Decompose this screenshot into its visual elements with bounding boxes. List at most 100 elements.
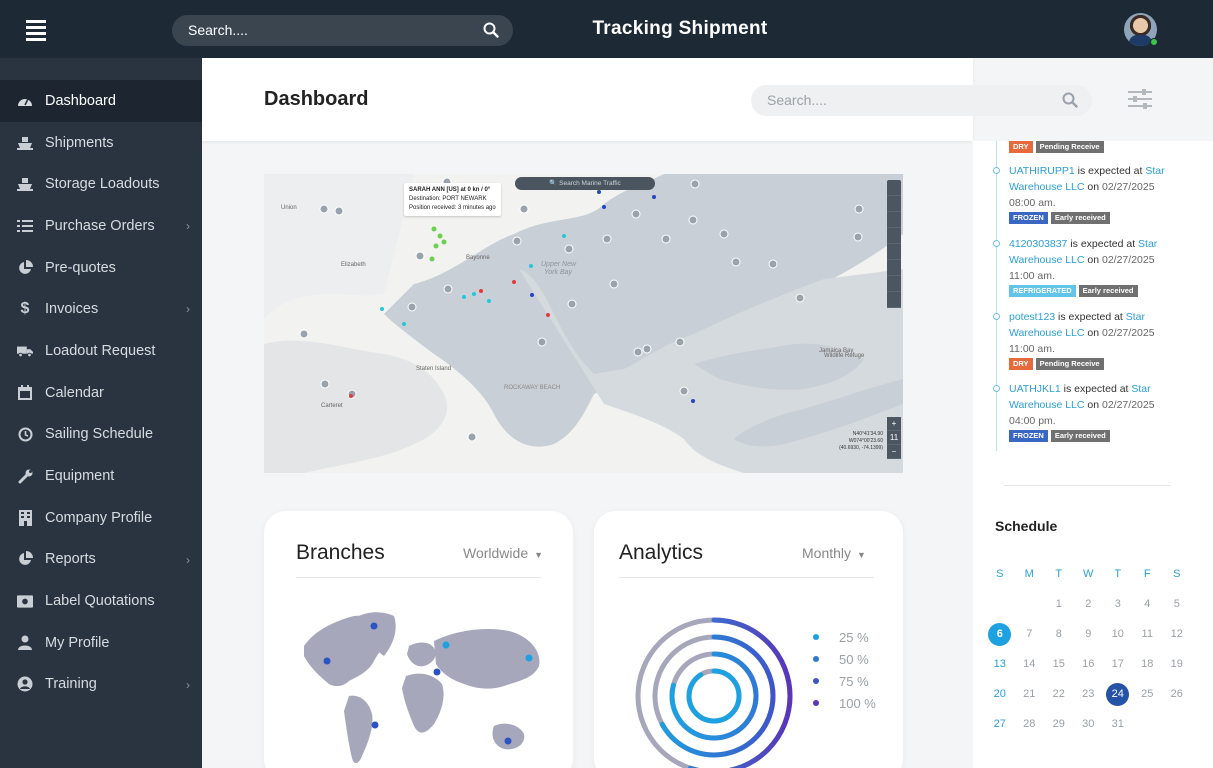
filter-settings-icon[interactable] xyxy=(1127,87,1153,111)
calendar-day[interactable]: 28 xyxy=(1015,718,1045,730)
sidebar-item-dashboard[interactable]: Dashboard xyxy=(0,80,202,122)
coord-lat: N40°41'34.90 xyxy=(852,431,883,437)
calendar-day[interactable]: 26 xyxy=(1162,688,1192,700)
zoom-out-button[interactable]: − xyxy=(887,445,901,459)
calendar-day[interactable]: 10 xyxy=(1103,628,1133,640)
calendar-day[interactable]: 15 xyxy=(1044,658,1074,670)
calendar-day[interactable]: 19 xyxy=(1162,658,1192,670)
map-tool-button[interactable] xyxy=(887,196,901,212)
calendar-day[interactable]: 23 xyxy=(1074,688,1104,700)
divider xyxy=(296,577,541,578)
top-search-box[interactable] xyxy=(172,15,513,46)
timeline-top-badges: DRY Pending Receive xyxy=(1009,141,1104,153)
sidebar-item-purchase-orders[interactable]: Purchase Orders › xyxy=(0,205,202,247)
map-tool-button[interactable] xyxy=(887,244,901,260)
analytics-filter-select[interactable]: Monthly ▼ xyxy=(802,545,866,561)
calendar-day[interactable]: 25 xyxy=(1133,688,1163,700)
sidebar-item-pre-quotes[interactable]: Pre-quotes xyxy=(0,247,202,289)
legend-item: 100 % xyxy=(813,692,876,714)
calendar-day[interactable]: 12 xyxy=(1162,628,1192,640)
search-icon[interactable] xyxy=(1062,92,1078,113)
calendar-day[interactable]: 16 xyxy=(1074,658,1104,670)
sidebar-item-my-profile[interactable]: My Profile xyxy=(0,622,202,664)
calendar-day[interactable]: 5 xyxy=(1162,598,1192,610)
calendar-day-number: 25 xyxy=(1141,688,1154,700)
world-map-graphic xyxy=(304,612,540,764)
top-bar: Tracking Shipment xyxy=(0,0,1213,58)
weekday-label: W xyxy=(1083,568,1094,580)
sidebar-item-training[interactable]: Training › xyxy=(0,664,202,706)
zoom-in-button[interactable]: + xyxy=(887,417,901,431)
activity-panel: DRY Pending Receive UATHIRUPP1 is expecte… xyxy=(973,141,1213,768)
calendar-day[interactable]: 13 xyxy=(985,658,1015,670)
timeline-text: is expected at xyxy=(1067,238,1139,250)
search-icon[interactable] xyxy=(483,22,499,43)
calendar-day[interactable]: 29 xyxy=(1044,718,1074,730)
hamburger-menu-icon[interactable] xyxy=(26,20,46,41)
calendar-day[interactable]: 3 xyxy=(1103,598,1133,610)
map-tool-button[interactable] xyxy=(887,228,901,244)
sidebar-item-sailing-schedule[interactable]: Sailing Schedule xyxy=(0,414,202,456)
shipment-map[interactable]: Union Elizabeth Bayonne Upper New York B… xyxy=(264,174,903,473)
branches-filter-select[interactable]: Worldwide ▼ xyxy=(463,545,543,561)
user-circle-icon xyxy=(17,676,33,692)
calendar-day[interactable]: 22 xyxy=(1044,688,1074,700)
sidebar-item-calendar[interactable]: Calendar xyxy=(0,372,202,414)
map-canvas[interactable]: Union Elizabeth Bayonne Upper New York B… xyxy=(264,174,903,473)
shipment-id-link[interactable]: 4120303837 xyxy=(1009,238,1067,250)
calendar-day[interactable]: 30 xyxy=(1074,718,1104,730)
shipment-id-link[interactable]: UATHIRUPP1 xyxy=(1009,165,1075,177)
pie-icon xyxy=(17,259,33,276)
timeline-dot xyxy=(993,385,1000,392)
caret-down-icon: ▼ xyxy=(857,550,866,560)
map-tool-button[interactable] xyxy=(887,180,901,196)
calendar-day[interactable]: 14 xyxy=(1015,658,1045,670)
calendar-day[interactable]: 7 xyxy=(1015,628,1045,640)
map-search[interactable]: 🔍 Search Marine Traffic xyxy=(515,177,655,190)
map-tool-button[interactable] xyxy=(887,260,901,276)
legend-dot xyxy=(813,634,819,640)
map-tool-button[interactable] xyxy=(887,292,901,308)
calendar-day-number: 21 xyxy=(1023,688,1036,700)
map-tool-button[interactable] xyxy=(887,212,901,228)
sidebar-item-company-profile[interactable]: Company Profile xyxy=(0,497,202,539)
calendar-day[interactable]: 8 xyxy=(1044,628,1074,640)
sidebar-item-reports[interactable]: Reports › xyxy=(0,539,202,581)
top-search-input[interactable] xyxy=(188,22,478,38)
calendar-day[interactable]: 11 xyxy=(1133,628,1163,640)
calendar-day[interactable]: 18 xyxy=(1133,658,1163,670)
calendar-day[interactable]: 21 xyxy=(1015,688,1045,700)
sidebar-item-label-quotations[interactable]: Label Quotations xyxy=(0,580,202,622)
calendar-day[interactable]: 17 xyxy=(1103,658,1133,670)
sidebar-item-label: Reports xyxy=(45,551,96,568)
calendar-day-number: 11 xyxy=(1141,628,1153,640)
coord-lon: W074°00'23.60 xyxy=(848,438,883,444)
sidebar-item-shipments[interactable]: Shipments xyxy=(0,122,202,164)
main-search-input[interactable] xyxy=(767,92,1047,108)
timeline-text: on xyxy=(1084,254,1102,266)
sidebar-item-label: Loadout Request xyxy=(45,342,156,359)
map-tool-button[interactable] xyxy=(887,276,901,292)
timeline-badges: REFRIGERATED Early received xyxy=(1009,285,1138,297)
calendar-day[interactable]: 27 xyxy=(985,718,1015,730)
calendar-day[interactable]: 31 xyxy=(1103,718,1133,730)
schedule-calendar: S M T W T F S 1 2 3 4 5 6 7 8 9 10 11 12 13 14 15 16 17 18 19 20 21… xyxy=(985,559,1192,739)
calendar-day[interactable]: 2 xyxy=(1074,598,1104,610)
calendar-day[interactable]: 9 xyxy=(1074,628,1104,640)
shipment-id-link[interactable]: UATHJKL1 xyxy=(1009,383,1061,395)
calendar-day[interactable]: 1 xyxy=(1044,598,1074,610)
calendar-day[interactable]: 20 xyxy=(985,688,1015,700)
sidebar-item-storage-loadouts[interactable]: Storage Loadouts xyxy=(0,163,202,205)
schedule-title: Schedule xyxy=(995,518,1058,534)
calendar-day[interactable]: 24 xyxy=(1103,682,1133,706)
sidebar-item-invoices[interactable]: $ Invoices › xyxy=(0,288,202,330)
sidebar-item-equipment[interactable]: Equipment xyxy=(0,455,202,497)
vessel-destination: Destination: PORT NEWARK xyxy=(409,196,487,202)
chevron-right-icon: › xyxy=(186,552,190,567)
calendar-day[interactable]: 6 xyxy=(985,622,1015,646)
sidebar-item-loadout-request[interactable]: Loadout Request xyxy=(0,330,202,372)
shipment-id-link[interactable]: potest123 xyxy=(1009,311,1055,323)
main-search-box[interactable] xyxy=(751,85,1092,116)
calendar-day[interactable]: 4 xyxy=(1133,598,1163,610)
main-header: Dashboard xyxy=(202,58,1152,141)
